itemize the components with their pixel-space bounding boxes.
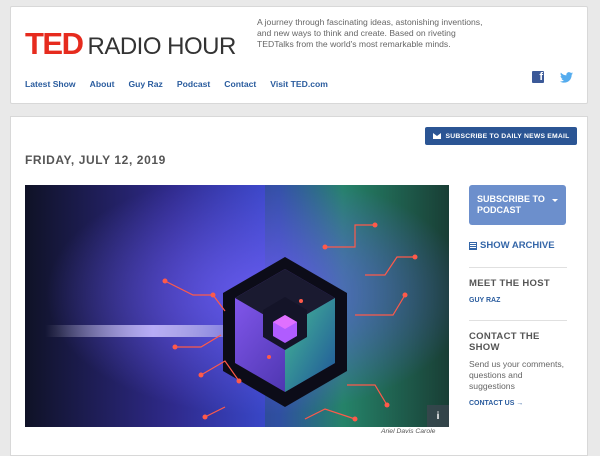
contact-heading: CONTACT THE SHOW xyxy=(469,331,579,353)
chevron-down-icon xyxy=(552,199,558,202)
image-credit: Ariel Davis Carole xyxy=(381,428,436,435)
logo-ted: TED xyxy=(25,26,84,61)
nav-guy-raz[interactable]: Guy Raz xyxy=(128,79,162,89)
social-links: f xyxy=(532,71,573,83)
site-header: TED RADIO HOUR A journey through fascina… xyxy=(10,6,588,104)
subscribe-email-label: SUBSCRIBE TO DAILY NEWS EMAIL xyxy=(445,132,570,140)
contact-text: Send us your comments, questions and sug… xyxy=(469,359,565,391)
hero-illustration xyxy=(25,185,449,427)
show-archive-link[interactable]: SHOW ARCHIVE xyxy=(469,240,579,251)
meet-host-heading: MEET THE HOST xyxy=(469,278,550,289)
mail-icon xyxy=(432,133,441,139)
twitter-icon[interactable] xyxy=(560,71,573,83)
sidebar-divider xyxy=(469,267,567,268)
subscribe-podcast-line1: SUBSCRIBE TO xyxy=(477,194,545,204)
episode-date: FRIDAY, JULY 12, 2019 xyxy=(25,153,166,167)
subscribe-podcast-button[interactable]: SUBSCRIBE TO PODCAST xyxy=(469,185,566,225)
nav-about[interactable]: About xyxy=(90,79,115,89)
facebook-icon[interactable]: f xyxy=(532,71,544,83)
show-archive-label: SHOW ARCHIVE xyxy=(480,240,555,251)
list-icon xyxy=(469,241,477,250)
contact-heading-line1: CONTACT THE xyxy=(469,331,540,342)
episode-panel: SUBSCRIBE TO DAILY NEWS EMAIL FRIDAY, JU… xyxy=(10,116,588,456)
image-info-button[interactable]: i xyxy=(427,405,449,427)
logo-radio-hour: RADIO HOUR xyxy=(87,33,237,60)
ted-radio-hour-logo[interactable]: TED RADIO HOUR xyxy=(25,26,237,62)
nav-latest-show[interactable]: Latest Show xyxy=(25,79,76,89)
nav-visit-ted[interactable]: Visit TED.com xyxy=(270,79,328,89)
host-name-link[interactable]: GUY RAZ xyxy=(469,297,579,304)
contact-us-link[interactable]: CONTACT US → xyxy=(469,400,579,407)
nav-podcast[interactable]: Podcast xyxy=(177,79,210,89)
subscribe-email-button[interactable]: SUBSCRIBE TO DAILY NEWS EMAIL xyxy=(425,127,577,145)
sidebar: SUBSCRIBE TO PODCAST SHOW ARCHIVE MEET T… xyxy=(469,185,579,407)
episode-hero-image: i xyxy=(25,185,449,427)
contact-heading-line2: SHOW xyxy=(469,342,500,353)
nav-contact[interactable]: Contact xyxy=(224,79,256,89)
subscribe-podcast-line2: PODCAST xyxy=(477,205,522,215)
sidebar-divider xyxy=(469,320,567,321)
main-nav: Latest Show About Guy Raz Podcast Contac… xyxy=(25,79,342,89)
show-tagline: A journey through fascinating ideas, ast… xyxy=(257,17,483,49)
